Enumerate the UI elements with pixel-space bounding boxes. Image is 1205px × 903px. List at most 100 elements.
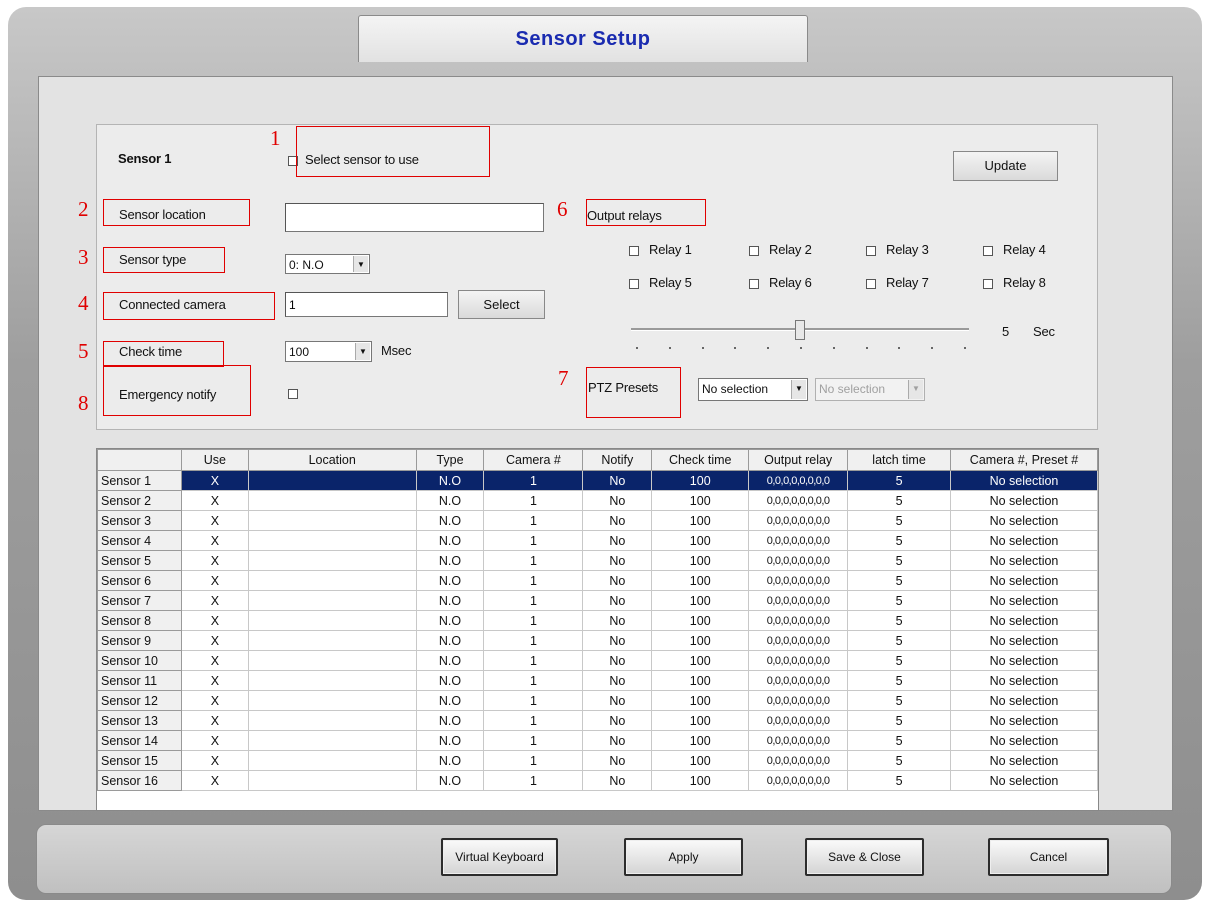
column-header[interactable] (97, 449, 182, 471)
column-header[interactable]: Camera #, Preset # (950, 449, 1098, 471)
table-cell[interactable]: No selection (950, 630, 1098, 651)
table-cell[interactable]: 1 (483, 770, 584, 791)
table-cell[interactable]: No (582, 470, 653, 491)
table-cell[interactable] (247, 670, 417, 691)
save-close-button[interactable]: Save & Close (805, 838, 924, 876)
check-time-dropdown-arrow-icon[interactable]: ▼ (355, 343, 370, 360)
table-cell[interactable]: No selection (950, 730, 1098, 751)
table-cell[interactable]: No selection (950, 530, 1098, 551)
row-header-cell[interactable]: Sensor 12 (97, 690, 182, 711)
table-cell[interactable]: 5 (847, 730, 951, 751)
table-cell[interactable]: No (582, 750, 653, 771)
table-cell[interactable]: N.O (415, 530, 485, 551)
table-row[interactable]: Sensor 3 X N.O 1 No 100 0,0,0,0,0,0,0,0 5 No sel… (97, 510, 1098, 531)
table-cell[interactable]: 100 (651, 690, 750, 711)
table-cell[interactable] (247, 510, 417, 531)
table-cell[interactable]: X (180, 730, 249, 751)
column-header[interactable]: latch time (847, 449, 951, 471)
table-cell[interactable]: N.O (415, 670, 485, 691)
relay-3-checkbox[interactable] (866, 246, 876, 256)
table-row[interactable]: Sensor 10 X N.O 1 No 100 0,0,0,0,0,0,0,0 5 No se… (97, 650, 1098, 671)
table-cell[interactable]: 1 (483, 730, 584, 751)
row-header-cell[interactable]: Sensor 10 (97, 650, 182, 671)
table-cell[interactable]: No (582, 770, 653, 791)
table-cell[interactable]: 100 (651, 490, 750, 511)
latch-time-slider-thumb[interactable] (795, 320, 805, 340)
table-cell[interactable]: 5 (847, 570, 951, 591)
table-cell[interactable]: 0,0,0,0,0,0,0,0 (748, 590, 849, 611)
table-cell[interactable]: No selection (950, 470, 1098, 491)
table-cell[interactable]: N.O (415, 630, 485, 651)
table-cell[interactable]: 0,0,0,0,0,0,0,0 (748, 490, 849, 511)
sensor-type-dropdown-arrow-icon[interactable]: ▼ (353, 256, 368, 272)
table-cell[interactable]: N.O (415, 750, 485, 771)
table-cell[interactable] (247, 530, 417, 551)
row-header-cell[interactable]: Sensor 13 (97, 710, 182, 731)
table-cell[interactable]: No selection (950, 770, 1098, 791)
relay-2-checkbox[interactable] (749, 246, 759, 256)
table-cell[interactable]: No selection (950, 750, 1098, 771)
table-cell[interactable]: No (582, 590, 653, 611)
table-cell[interactable]: No (582, 630, 653, 651)
table-cell[interactable]: X (180, 710, 249, 731)
column-header[interactable]: Type (415, 449, 485, 471)
table-cell[interactable]: N.O (415, 490, 485, 511)
table-cell[interactable]: X (180, 750, 249, 771)
table-cell[interactable]: X (180, 690, 249, 711)
table-cell[interactable]: 1 (483, 710, 584, 731)
table-row[interactable]: Sensor 13 X N.O 1 No 100 0,0,0,0,0,0,0,0 5 No se… (97, 710, 1098, 731)
table-cell[interactable] (247, 550, 417, 571)
apply-button[interactable]: Apply (624, 838, 743, 876)
row-header-cell[interactable]: Sensor 15 (97, 750, 182, 771)
table-cell[interactable]: 1 (483, 610, 584, 631)
table-row[interactable]: Sensor 1 X N.O 1 No 100 0,0,0,0,0,0,0,0 5 No sel… (97, 470, 1098, 491)
table-body[interactable]: Sensor 1 X N.O 1 No 100 0,0,0,0,0,0,0,0 5 No sel… (97, 470, 1098, 791)
table-cell[interactable] (247, 490, 417, 511)
row-header-cell[interactable]: Sensor 4 (97, 530, 182, 551)
table-cell[interactable]: 0,0,0,0,0,0,0,0 (748, 710, 849, 731)
table-cell[interactable]: X (180, 550, 249, 571)
column-header[interactable]: Check time (651, 449, 750, 471)
table-cell[interactable]: 100 (651, 470, 750, 491)
table-cell[interactable]: 5 (847, 710, 951, 731)
table-cell[interactable] (247, 470, 417, 491)
relay-6-checkbox[interactable] (749, 279, 759, 289)
table-row[interactable]: Sensor 4 X N.O 1 No 100 0,0,0,0,0,0,0,0 5 No sel… (97, 530, 1098, 551)
table-cell[interactable]: 5 (847, 650, 951, 671)
column-header[interactable]: Location (247, 449, 417, 471)
table-cell[interactable]: N.O (415, 710, 485, 731)
ptz-camera-select[interactable]: No selection ▼ (698, 378, 808, 401)
table-cell[interactable]: 0,0,0,0,0,0,0,0 (748, 610, 849, 631)
row-header-cell[interactable]: Sensor 8 (97, 610, 182, 631)
table-cell[interactable]: 100 (651, 610, 750, 631)
table-cell[interactable]: N.O (415, 550, 485, 571)
table-cell[interactable]: X (180, 590, 249, 611)
table-cell[interactable]: 0,0,0,0,0,0,0,0 (748, 730, 849, 751)
table-cell[interactable]: 0,0,0,0,0,0,0,0 (748, 530, 849, 551)
sensor-table[interactable]: Use Location Type Camera # Notify Check time O… (96, 448, 1099, 811)
table-cell[interactable]: X (180, 570, 249, 591)
table-cell[interactable]: 1 (483, 750, 584, 771)
table-row[interactable]: Sensor 16 X N.O 1 No 100 0,0,0,0,0,0,0,0 5 No se… (97, 770, 1098, 791)
table-cell[interactable]: N.O (415, 470, 485, 491)
table-cell[interactable]: 100 (651, 630, 750, 651)
table-cell[interactable]: X (180, 470, 249, 491)
table-cell[interactable]: 0,0,0,0,0,0,0,0 (748, 510, 849, 531)
table-cell[interactable]: 5 (847, 690, 951, 711)
table-cell[interactable] (247, 770, 417, 791)
row-header-cell[interactable]: Sensor 14 (97, 730, 182, 751)
table-cell[interactable]: 100 (651, 730, 750, 751)
table-cell[interactable]: N.O (415, 570, 485, 591)
row-header-cell[interactable]: Sensor 6 (97, 570, 182, 591)
table-cell[interactable]: No selection (950, 710, 1098, 731)
table-cell[interactable]: 5 (847, 470, 951, 491)
table-cell[interactable]: X (180, 510, 249, 531)
table-cell[interactable] (247, 610, 417, 631)
table-cell[interactable]: 100 (651, 510, 750, 531)
table-cell[interactable]: X (180, 770, 249, 791)
table-cell[interactable]: 0,0,0,0,0,0,0,0 (748, 690, 849, 711)
relay-4-checkbox[interactable] (983, 246, 993, 256)
check-time-select[interactable]: 100 ▼ (285, 341, 372, 362)
column-header[interactable]: Use (180, 449, 249, 471)
sensor-location-input[interactable] (285, 203, 544, 232)
